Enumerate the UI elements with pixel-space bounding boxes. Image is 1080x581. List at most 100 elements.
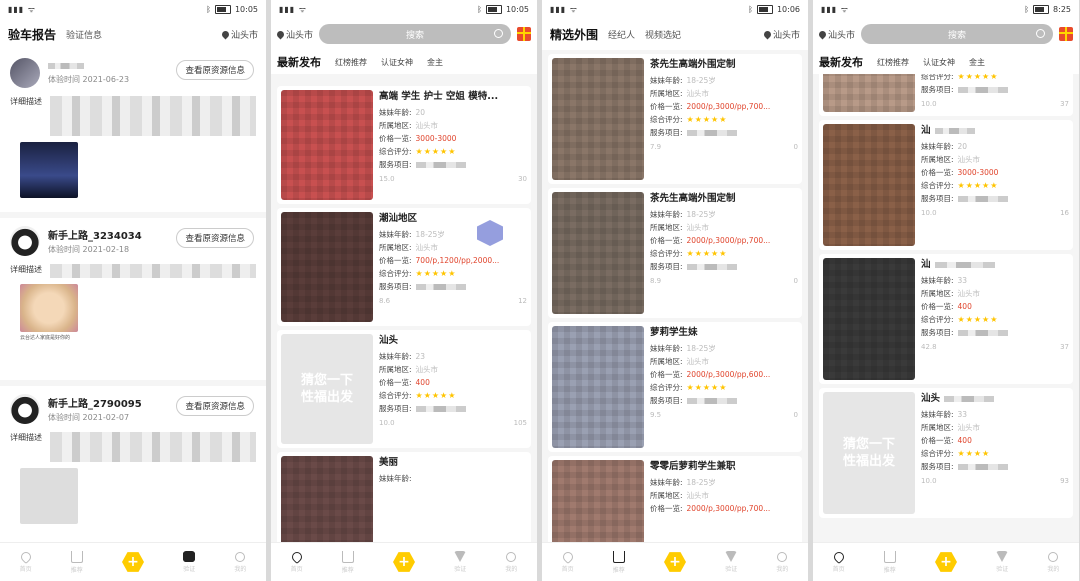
rating-label: 综合评分: (921, 74, 954, 81)
listing-card[interactable]: 猜您一下 性福出发 汕头 妹妹年龄: 23 所属地区: 汕头市 价格一览: 400 综… (277, 330, 531, 448)
nav-verify[interactable]: 验证 (183, 551, 195, 573)
gift-icon[interactable] (1059, 27, 1073, 41)
listing-list[interactable]: 综合评分: ★★★★★ 服务项目: 10.0 37 汕 妹妹年龄: 20 所属地区: 汕… (813, 74, 1079, 543)
publish-button[interactable]: + (935, 552, 957, 572)
rating-label: 综合评分: (379, 391, 412, 400)
tab-certified[interactable]: 认证女神 (923, 57, 955, 68)
tab-video[interactable]: 视频选妃 (645, 28, 681, 41)
listing-card[interactable]: 零零后萝莉学生兼职 妹妹年龄: 18-25岁 所属地区: 汕头市 价格一览: 2000… (548, 456, 802, 543)
nav-verify[interactable]: 验证 (725, 551, 737, 573)
city-selector[interactable]: 汕头市 (275, 28, 313, 41)
tab-sponsor[interactable]: 金主 (969, 57, 985, 68)
area-label: 所属地区: (379, 121, 412, 130)
listing-photo (281, 456, 373, 543)
signal-icon: ▮▮▮ ᯤ (550, 4, 579, 14)
nav-label: 首页 (290, 565, 303, 573)
listing-card[interactable]: 萝莉学生妹 妹妹年龄: 18-25岁 所属地区: 汕头市 价格一览: 2000/p,3… (548, 322, 802, 452)
rating-label: 综合评分: (650, 115, 683, 124)
age-value: 23 (415, 352, 426, 361)
listing-card[interactable]: 高端 学生 护士 空姐 模特... 妹妹年龄: 20 所属地区: 汕头市 价格一览:… (277, 86, 531, 204)
nav-recommend[interactable]: 推荐 (883, 550, 896, 574)
tab-featured[interactable]: 精选外围 (550, 26, 599, 46)
nav-home[interactable]: 首页 (18, 549, 33, 573)
tab-inspection-report[interactable]: 验车报告 (8, 26, 57, 46)
verify-icon (996, 551, 1009, 562)
area-value: 汕头市 (686, 89, 710, 98)
price-value: 400 (415, 378, 430, 387)
nav-mine[interactable]: 我的 (505, 551, 517, 573)
status-bar: ▮▮▮ ᯤ ᛒ 10:05 (271, 0, 537, 18)
like-count: 0 (793, 411, 798, 419)
bottom-nav: 首页 推荐 + 验证 我的 (813, 542, 1079, 581)
search-input[interactable]: 搜索 (319, 24, 511, 44)
review-photo[interactable] (20, 468, 78, 524)
nav-label: 验证 (454, 566, 467, 573)
city-selector[interactable]: 汕头市 (817, 28, 856, 41)
nav-recommend[interactable]: 推荐 (612, 550, 625, 574)
listing-card[interactable]: 潮汕地区 妹妹年龄: 18-25岁 所属地区: 汕头市 价格一览: 700/p,120… (277, 208, 531, 326)
listing-card[interactable]: 汕 妹妹年龄: 20 所属地区: 汕头市 价格一览: 3000-3000 综合评分: ★… (819, 120, 1073, 250)
publish-button[interactable]: + (122, 552, 144, 572)
review-photo[interactable] (20, 142, 78, 198)
city-label: 汕头市 (230, 30, 258, 41)
avatar[interactable] (10, 58, 40, 88)
listing-title: 汕头 (379, 335, 399, 346)
tab-red-list[interactable]: 红榜推荐 (335, 57, 367, 68)
view-source-button[interactable]: 查看原资源信息 (176, 396, 254, 416)
listing-list[interactable]: 高端 学生 护士 空姐 模特... 妹妹年龄: 20 所属地区: 汕头市 价格一览:… (271, 82, 537, 543)
view-source-button[interactable]: 查看原资源信息 (176, 60, 254, 80)
listing-card[interactable]: 猜您一下 性福出发 汕头 妹妹年龄: 33 所属地区: 汕头市 价格一览: 400 综… (819, 388, 1073, 518)
city-label: 汕头市 (828, 30, 856, 41)
price-value: 3000-3000 (957, 168, 999, 177)
view-source-button[interactable]: 查看原资源信息 (176, 228, 254, 248)
age-value: 20 (415, 108, 426, 117)
nav-label: 我的 (776, 565, 789, 573)
tab-latest[interactable]: 最新发布 (819, 54, 863, 72)
nav-verify[interactable]: 验证 (454, 551, 466, 573)
nav-home[interactable]: 首页 (289, 549, 304, 573)
listing-title: 茶先生高端外围定制 (650, 193, 736, 204)
city-selector[interactable]: 汕头市 (220, 28, 258, 41)
nav-mine[interactable]: 我的 (776, 551, 789, 573)
nav-mine[interactable]: 我的 (234, 551, 246, 573)
category-tabs: 最新发布 红榜推荐 认证女神 金主 (813, 50, 1079, 74)
nav-verify[interactable]: 验证 (996, 551, 1008, 573)
city-selector[interactable]: 汕头市 (762, 28, 800, 41)
avatar[interactable] (10, 226, 40, 256)
tab-verification-info[interactable]: 验证信息 (66, 28, 102, 41)
listing-card[interactable]: 汕 妹妹年龄: 33 所属地区: 汕头市 价格一览: 400 综合评分: ★★★★★ 服… (819, 254, 1073, 384)
review-list[interactable]: 体验时间 2021-06-23 查看原资源信息 详细描述 新手上路_323403… (0, 50, 266, 543)
search-input[interactable]: 搜索 (861, 24, 1053, 44)
view-count: 8.6 (379, 297, 391, 305)
listing-card[interactable]: 茶先生高端外围定制 妹妹年龄: 18-25岁 所属地区: 汕头市 价格一览: 2000… (548, 54, 802, 184)
heart-icon (560, 549, 575, 564)
tab-sponsor[interactable]: 金主 (427, 57, 443, 68)
nav-recommend[interactable]: 推荐 (341, 550, 354, 574)
tab-red-list[interactable]: 红榜推荐 (877, 57, 909, 68)
nav-recommend[interactable]: 推荐 (70, 550, 83, 574)
listing-title: 汕 (921, 124, 1069, 138)
age-value: 20 (957, 142, 968, 151)
tab-agents[interactable]: 经纪人 (608, 28, 635, 41)
listing-card[interactable]: 茶先生高端外围定制 妹妹年龄: 18-25岁 所属地区: 汕头市 价格一览: 2000… (548, 188, 802, 318)
avatar[interactable] (10, 394, 40, 424)
price-label: 价格一览: (921, 168, 954, 177)
tab-latest[interactable]: 最新发布 (277, 54, 321, 72)
listing-list[interactable]: 茶先生高端外围定制 妹妹年龄: 18-25岁 所属地区: 汕头市 价格一览: 2000… (542, 50, 808, 543)
age-value: 18-25岁 (686, 210, 716, 219)
desc-label: 详细描述 (10, 265, 42, 274)
redacted-services (686, 264, 737, 270)
nav-mine[interactable]: 我的 (1047, 551, 1059, 573)
review-photo[interactable] (20, 284, 78, 332)
gift-icon[interactable] (517, 27, 531, 41)
search-row: 汕头市 搜索 (813, 18, 1079, 50)
listing-card[interactable]: 美丽 妹妹年龄: (277, 452, 531, 543)
nav-home[interactable]: 首页 (560, 549, 575, 573)
nav-home[interactable]: 首页 (831, 549, 846, 573)
publish-button[interactable]: + (393, 552, 415, 572)
listing-title: 美丽 (379, 457, 399, 468)
publish-button[interactable]: + (664, 552, 686, 572)
tab-certified[interactable]: 认证女神 (381, 57, 413, 68)
listing-card[interactable]: 综合评分: ★★★★★ 服务项目: 10.0 37 (819, 74, 1073, 116)
search-row: 汕头市 搜索 (271, 18, 537, 50)
